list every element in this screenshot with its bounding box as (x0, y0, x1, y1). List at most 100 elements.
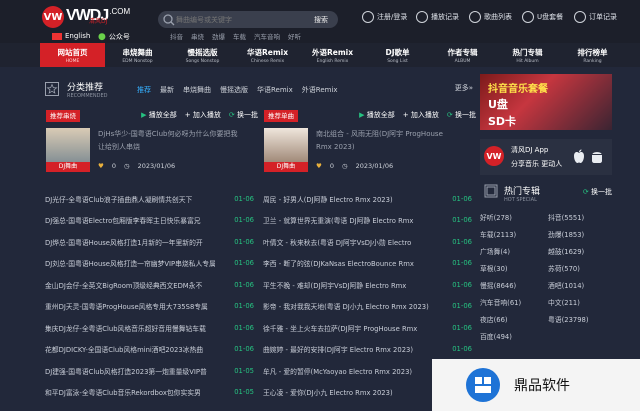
album-tag[interactable]: 夜店(66) (480, 313, 544, 328)
track-title[interactable]: DJ烨总-国粤语House风格打造1月新的一年里新的开 (45, 237, 215, 247)
album-tag[interactable]: 慢摇(8646) (480, 279, 544, 294)
track-title[interactable]: 卫兰 - 就算世界无重演(粤语 DJ阿静 Electro Rmx (263, 215, 433, 225)
track-row[interactable]: 曲婉婷 - 最好的安排(DJ阿宇 Electro Rmx 2023) 01-06 (262, 339, 472, 361)
track-title[interactable]: DJ建强-国粤语Club风格打造2023第一炮重量级VIP普 (45, 366, 215, 376)
nav-songs-nonstop[interactable]: 慢摇选版 Songs Nonstop (170, 43, 235, 67)
featured-title[interactable]: DjHs华少-国粤语Club何必呀为什么你要把我让给别人串烧 (98, 128, 238, 154)
album-tag[interactable]: 中文(211) (548, 296, 612, 311)
refresh-button[interactable]: ⟳ 换一批 (447, 110, 476, 120)
track-title[interactable]: DJ强总-国粤语Electro包厢版李春晖主日快乐暴富兄 (45, 215, 215, 225)
language-english[interactable]: English (52, 32, 90, 40)
more-link[interactable]: 更多» (455, 83, 473, 93)
track-title[interactable]: 曲婉婷 - 最好的安排(DJ阿宇 Electro Rmx 2023) (263, 344, 433, 354)
site-logo[interactable]: VW VWDJ .COM (42, 6, 130, 30)
album-tag[interactable]: 劲爆(1853) (548, 228, 612, 243)
nav-song-list[interactable]: DJ歌单 Song List (365, 43, 430, 67)
nav-chinese-remix[interactable]: 华语Remix Chinese Remix (235, 43, 300, 67)
track-row[interactable]: 李西 - 断了的弦(DJKaNsas ElectroBounce Rmx 01-0… (262, 253, 472, 275)
nav-album[interactable]: 作者专辑 ALBUM (430, 43, 495, 67)
track-title[interactable]: DJ刘总-国粤语House风格打造一帘幽梦VIP串烧私人专属 (45, 258, 215, 268)
album-tag[interactable]: 酒吧(1014) (548, 279, 612, 294)
track-row[interactable]: 金山DJ会仔-全英文BigRoom顶级经典西文EDM永不 01-06 (44, 274, 254, 296)
play-all-button[interactable]: ▶ 播放全部 (359, 110, 395, 120)
track-row[interactable]: 徐千雅 - 坐上火车去拉萨(DJ阿宇 ProgHouse Rmx 01-06 (262, 317, 472, 339)
track-row[interactable]: DJ刘总-国粤语House风格打造一帘幽梦VIP串烧私人专属 01-06 (44, 253, 254, 275)
track-row[interactable]: DJ烨总-国粤语House风格打造1月新的一年里新的开 01-06 (44, 231, 254, 253)
featured-title[interactable]: 南北组合 - 风雨无阻(DJ阿宇 ProgHouse Rmx 2023) (316, 128, 456, 154)
track-title[interactable]: 牟凡 - 爱的暂停(McYaoyao Electro Rmx 2023) (263, 366, 433, 376)
tab-songs[interactable]: 慢摇选版 (220, 85, 248, 95)
track-row[interactable]: 集庆DJ龙仔-全粤语Club风格音乐超好音用慢舞钻车载 01-06 (44, 317, 254, 339)
change-batch-button[interactable]: ⟳ 换一批 (583, 187, 612, 197)
play-all-button[interactable]: ▶ 播放全部 (141, 110, 177, 120)
nav-english-remix[interactable]: 外语Remix English Remix (300, 43, 365, 67)
track-row[interactable]: 卫兰 - 就算世界无重演(粤语 DJ阿静 Electro Rmx 01-06 (262, 210, 472, 232)
track-title[interactable]: 李西 - 断了的弦(DJKaNsas ElectroBounce Rmx (263, 258, 433, 268)
apple-icon[interactable] (572, 149, 586, 165)
track-title[interactable]: 叶倩文 - 秋来秋去(粤语 DJ阿宇VsDJ小勋 Electro (263, 237, 433, 247)
hot-keyword[interactable]: 好听 (288, 31, 301, 41)
refresh-button[interactable]: ⟳ 换一批 (229, 110, 258, 120)
track-row[interactable]: 花都DJDICKY-全国语Club风格mini酒吧2023冰热曲 01-06 (44, 339, 254, 361)
track-row[interactable]: 平生不晚 - 难却(DJ阿宇VsDJ阿静 Electro Rmx 01-06 (262, 274, 472, 296)
wechat-link[interactable]: ● 公众号 (98, 32, 130, 42)
track-title[interactable]: 影帝 - 我对我我天地(粤语 DJ小九 Electro Rmx 2023) (263, 301, 433, 311)
android-icon[interactable] (590, 149, 604, 165)
hot-keyword[interactable]: 串烧 (191, 31, 204, 41)
hot-keyword[interactable]: 汽车音响 (254, 31, 280, 41)
album-tag[interactable]: 汽车音响(61) (480, 296, 544, 311)
order-link[interactable]: 订单记录 (574, 11, 617, 23)
album-tag[interactable]: 苏荷(570) (548, 262, 612, 277)
track-row[interactable]: DJ建强-国粤语Club风格打造2023第一炮重量级VIP普 01-05 (44, 360, 254, 382)
track-title[interactable]: 花都DJDICKY-全国语Club风格mini酒吧2023冰热曲 (45, 344, 215, 354)
track-title[interactable]: 重州DJ天灵-国粤语ProgHouse风格专用大735S8专属 (45, 301, 215, 311)
promo-banner[interactable]: 抖音音乐套餐 U盘 SD卡 (480, 74, 612, 130)
tab-edm[interactable]: 串烧舞曲 (183, 85, 211, 95)
app-download[interactable]: VW 清风DJ App 分享音乐 更动人 (480, 139, 612, 175)
nav-hit-album[interactable]: 热门专辑 Hit Album (495, 43, 560, 67)
album-tag[interactable]: 抖音(5551) (548, 211, 612, 226)
album-tag[interactable]: 好听(278) (480, 211, 544, 226)
history-link[interactable]: 播放记录 (416, 11, 459, 23)
nav-home[interactable]: 网站首页 HOME (40, 43, 105, 67)
track-title[interactable]: 金山DJ会仔-全英文BigRoom顶级经典西文EDM永不 (45, 280, 215, 290)
track-row[interactable]: DJ光仔-全粤语Club浪子插曲鼎人凝刷情共创天下 01-06 (44, 188, 254, 210)
album-tag[interactable]: 广场舞(4) (480, 245, 544, 260)
track-row[interactable]: DJ强总-国粤语Electro包厢版李春晖主日快乐暴富兄 01-06 (44, 210, 254, 232)
album-tag[interactable]: 百度(494) (480, 330, 544, 345)
album-tag[interactable]: 草根(30) (480, 262, 544, 277)
nav-edm-nonstop[interactable]: 串烧舞曲 EDM Nonstop (105, 43, 170, 67)
album-tag[interactable]: 粤语(23798) (548, 313, 612, 328)
add-play-button[interactable]: + 加入播放 (403, 110, 439, 120)
login-link[interactable]: 注册/登录 (362, 11, 407, 23)
album-tag[interactable]: 越鼓(1629) (548, 245, 612, 260)
tab-english-remix[interactable]: 外语Remix (302, 85, 338, 95)
search-button[interactable]: 搜索 (304, 12, 338, 27)
featured-track[interactable]: DJ舞曲 南北组合 - 风雨无阻(DJ阿宇 ProgHouse Rmx 2023… (262, 128, 472, 172)
track-title[interactable]: 和平DJ富泳-全粤语Club音乐Rekordbox包你实实男 (45, 387, 215, 397)
hot-keyword[interactable]: 抖音 (170, 31, 183, 41)
usb-link[interactable]: U盘套餐 (522, 11, 563, 23)
album-tag[interactable]: 车载(2113) (480, 228, 544, 243)
track-title[interactable]: 周民 - 好男人(DJ阿静 Electro Rmx 2023) (263, 194, 433, 204)
track-row[interactable]: 重州DJ天灵-国粤语ProgHouse风格专用大735S8专属 01-06 (44, 296, 254, 318)
track-title[interactable]: 王心凌 - 爱你(DJ小九 Electro Rmx 2023) (263, 387, 433, 397)
track-row[interactable]: DJ何华-国粤语Club音乐2023全年优秀节目特别奉献01-05 (44, 403, 254, 411)
track-title[interactable]: 平生不晚 - 难却(DJ阿宇VsDJ阿静 Electro Rmx (263, 280, 433, 290)
playlist-link[interactable]: 歌曲列表 (469, 11, 512, 23)
tab-chinese-remix[interactable]: 华语Remix (257, 85, 293, 95)
tab-latest[interactable]: 最新 (160, 85, 174, 95)
track-row[interactable]: 影帝 - 我对我我天地(粤语 DJ小九 Electro Rmx 2023) 01-… (262, 296, 472, 318)
search-input[interactable] (176, 15, 304, 24)
featured-track[interactable]: DJ舞曲 DjHs华少-国粤语Club何必呀为什么你要把我让给别人串烧 ♥ 0 … (44, 128, 254, 172)
track-row[interactable]: 周民 - 好男人(DJ阿静 Electro Rmx 2023) 01-06 (262, 188, 472, 210)
track-title[interactable]: DJ光仔-全粤语Club浪子插曲鼎人凝刷情共创天下 (45, 194, 215, 204)
tab-recommend[interactable]: 推荐 (137, 85, 151, 95)
add-play-button[interactable]: + 加入播放 (185, 110, 221, 120)
hot-keyword[interactable]: 车载 (233, 31, 246, 41)
hot-keyword[interactable]: 劲爆 (212, 31, 225, 41)
track-title[interactable]: 集庆DJ龙仔-全粤语Club风格音乐超好音用慢舞钻车载 (45, 323, 215, 333)
track-row[interactable]: 和平DJ富泳-全粤语Club音乐Rekordbox包你实实男 01-05 (44, 382, 254, 404)
nav-ranking[interactable]: 排行榜单 Ranking (560, 43, 625, 67)
track-row[interactable]: 叶倩文 - 秋来秋去(粤语 DJ阿宇VsDJ小勋 Electro 01-06 (262, 231, 472, 253)
